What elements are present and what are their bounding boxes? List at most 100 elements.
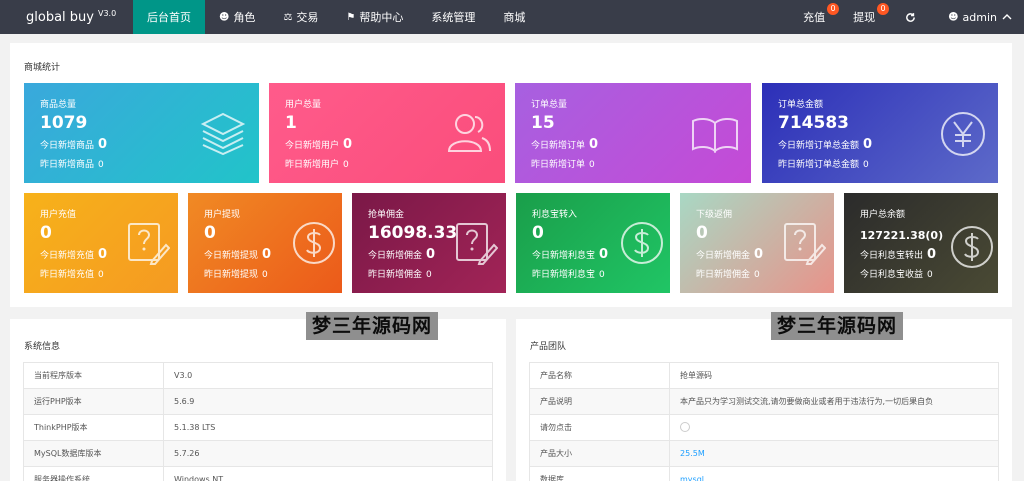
- card-value: 16098.33: [368, 223, 458, 243]
- card-commission[interactable]: 抢单佣金 16098.33 今日新增佣金 0 昨日新增佣金 0: [352, 193, 506, 293]
- product-team-table: 产品名称 抢单源码 产品说明 本产品只为学习测试交流,请勿要做商业或者用于违法行为,…: [529, 362, 999, 481]
- card-yesterday: 昨日新增用户 0: [285, 160, 349, 170]
- system-info-panel: 系统信息 当前程序版本 V3.0 运行PHP版本 5.6.9 ThinkPHP版本 5…: [10, 319, 506, 481]
- card-value: 714583: [778, 113, 849, 133]
- refresh-button[interactable]: [889, 0, 932, 34]
- card-label: 订单总量: [531, 100, 568, 110]
- card-balance[interactable]: 用户总余额 127221.38(0) 今日利息宝转出 0 今日利息宝收益 0: [844, 193, 998, 293]
- card-label: 订单总金额: [778, 100, 824, 110]
- card-today: 今日新增提现 0: [204, 247, 272, 262]
- question-edit-icon: [456, 223, 498, 265]
- scale-icon: ⚖: [283, 11, 293, 23]
- card-yesterday: 昨日新增充值 0: [40, 270, 104, 280]
- table-row: ThinkPHP版本 5.1.38 LTS: [23, 414, 493, 441]
- card-recharge[interactable]: 用户充值 0 今日新增充值 0 昨日新增充值 0: [24, 193, 178, 293]
- user-menu[interactable]: ☻ admin: [932, 0, 1024, 34]
- card-orders-amount[interactable]: 订单总金额 714583 今日新增订单总金额 0 昨日新增订单总金额 0: [762, 83, 998, 183]
- card-label: 利息宝转入: [532, 210, 578, 220]
- chevron-up-icon: [1002, 14, 1012, 20]
- card-yesterday: 昨日新增佣金 0: [368, 270, 432, 280]
- question-edit-icon: [128, 223, 170, 265]
- question-edit-icon: [784, 223, 826, 265]
- nav-role-label: 角色: [233, 11, 256, 24]
- watermark: 梦三年源码网: [771, 312, 904, 340]
- card-yesterday: 昨日新增订单总金额 0: [778, 160, 869, 170]
- card-today: 今日新增利息宝 0: [532, 247, 609, 262]
- card-label: 用户提现: [204, 210, 241, 220]
- product-team-title: 产品团队: [530, 342, 567, 352]
- logo-text: global buy: [26, 9, 94, 25]
- nav-system[interactable]: 系统管理: [417, 0, 489, 34]
- card-label: 下级返佣: [696, 210, 733, 220]
- nav-home-label: 后台首页: [147, 11, 191, 24]
- table-row: 数据库 mysql: [529, 466, 999, 481]
- stats-title: 商城统计: [24, 63, 61, 73]
- refresh-icon: [906, 12, 915, 22]
- table-row: 产品大小 25.5M: [529, 440, 999, 467]
- card-label: 用户总余额: [860, 210, 906, 220]
- recharge-label: 充值: [803, 11, 826, 24]
- system-info-table: 当前程序版本 V3.0 运行PHP版本 5.6.9 ThinkPHP版本 5.1.38…: [23, 362, 493, 481]
- user-name: admin: [962, 10, 997, 24]
- nav-shop[interactable]: 商城: [489, 0, 539, 34]
- top-navbar: global buy V3.0 后台首页 ☻ 角色 ⚖ 交易 ⚑ 帮助中心 系统…: [0, 0, 1024, 34]
- card-today: 今日新增佣金 0: [368, 247, 436, 262]
- card-orders-total[interactable]: 订单总量 15 今日新增订单 0 昨日新增订单 0: [515, 83, 751, 183]
- card-users-total[interactable]: 用户总量 1 今日新增用户 0 昨日新增用户 0: [269, 83, 505, 183]
- table-row: 运行PHP版本 5.6.9: [23, 388, 493, 415]
- card-label: 抢单佣金: [368, 210, 405, 220]
- nav-system-label: 系统管理: [431, 11, 476, 24]
- flag-icon: ⚑: [346, 11, 356, 23]
- card-label: 用户总量: [285, 100, 322, 110]
- table-row: 请勿点击: [529, 414, 999, 441]
- card-yesterday: 昨日新增利息宝 0: [532, 270, 605, 280]
- nav-trade[interactable]: ⚖ 交易: [269, 0, 332, 34]
- card-withdraw[interactable]: 用户提现 0 今日新增提现 0 昨日新增提现 0: [188, 193, 342, 293]
- product-team-panel: 产品团队 产品名称 抢单源码 产品说明 本产品只为学习测试交流,请勿要做商业或者用于…: [516, 319, 1012, 481]
- watermark: 梦三年源码网: [306, 312, 439, 340]
- nav-help-label: 帮助中心: [359, 11, 404, 24]
- table-row: 当前程序版本 V3.0: [23, 362, 493, 389]
- withdraw-badge: 0: [877, 3, 890, 15]
- card-goods-total[interactable]: 商品总量 1079 今日新增商品 0 昨日新增商品 0: [24, 83, 259, 183]
- card-yesterday: 今日利息宝收益 0: [860, 270, 933, 280]
- yen-icon: [941, 112, 985, 156]
- card-interest-in[interactable]: 利息宝转入 0 今日新增利息宝 0 昨日新增利息宝 0: [516, 193, 670, 293]
- card-yesterday: 昨日新增提现 0: [204, 270, 268, 280]
- card-label: 商品总量: [40, 100, 77, 110]
- card-yesterday: 昨日新增订单 0: [531, 160, 595, 170]
- withdraw-label: 提现: [853, 11, 876, 24]
- card-today: 今日新增订单 0: [531, 137, 599, 152]
- recharge-badge: 0: [827, 3, 840, 15]
- dollar-icon: [951, 226, 993, 268]
- dollar-icon: [621, 222, 663, 264]
- card-yesterday: 昨日新增佣金 0: [696, 270, 760, 280]
- card-label: 用户充值: [40, 210, 77, 220]
- users-icon: [447, 114, 491, 152]
- nav-home[interactable]: 后台首页: [133, 0, 205, 34]
- card-today: 今日新增用户 0: [285, 137, 353, 152]
- user-icon: ☻: [219, 11, 230, 23]
- app-logo[interactable]: global buy V3.0: [0, 0, 133, 34]
- smile-icon[interactable]: [680, 421, 690, 432]
- card-today: 今日新增充值 0: [40, 247, 108, 262]
- table-row: 产品说明 本产品只为学习测试交流,请勿要做商业或者用于违法行为,一切后果自负: [529, 388, 999, 415]
- card-today: 今日利息宝转出 0: [860, 247, 937, 262]
- card-value: 15: [531, 113, 555, 133]
- nav-role[interactable]: ☻ 角色: [205, 0, 269, 34]
- card-value: 0: [40, 223, 52, 243]
- withdraw-button[interactable]: 提现 0: [839, 0, 890, 34]
- card-yesterday: 昨日新增商品 0: [40, 160, 104, 170]
- card-value: 1079: [40, 113, 88, 133]
- table-row: 产品名称 抢单源码: [529, 362, 999, 389]
- version-label: V3.0: [97, 8, 117, 18]
- nav-help[interactable]: ⚑ 帮助中心: [332, 0, 417, 34]
- table-row: MySQL数据库版本 5.7.26: [23, 440, 493, 467]
- card-sub-commission[interactable]: 下级返佣 0 今日新增佣金 0 昨日新增佣金 0: [680, 193, 834, 293]
- stats-panel: 商城统计 商品总量 1079 今日新增商品 0 昨日新增商品 0 用户总量 1 今日…: [10, 43, 1012, 307]
- table-row: 服务器操作系统 Windows NT: [23, 466, 493, 481]
- dollar-icon: [293, 222, 335, 264]
- card-today: 今日新增订单总金额 0: [778, 137, 873, 152]
- recharge-button[interactable]: 充值 0: [789, 0, 840, 34]
- card-today: 今日新增商品 0: [40, 137, 108, 152]
